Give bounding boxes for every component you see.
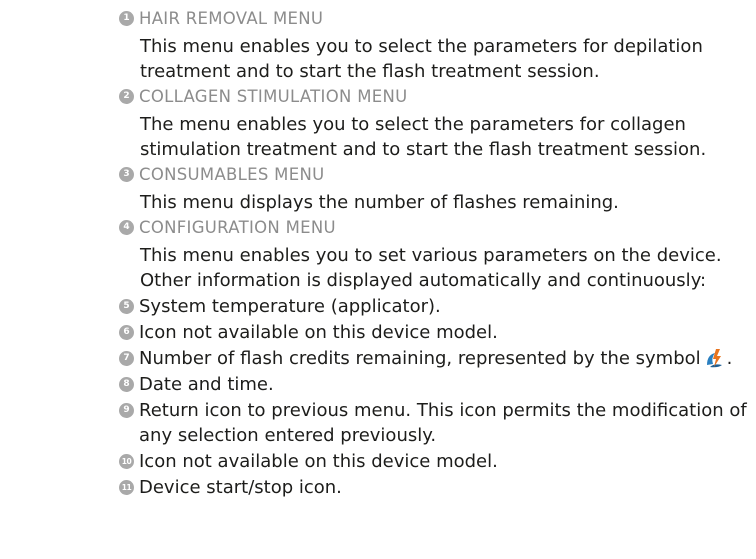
number-badge: 6	[119, 324, 134, 340]
section-text-line: stimulation treatment and to start the f…	[140, 138, 707, 160]
section-text-line: treatment and to start the flash treatme…	[140, 60, 600, 82]
list-item: 7 Number of flash credits remaining, rep…	[119, 346, 732, 370]
section-text-line: This menu enables you to select the para…	[140, 35, 703, 57]
list-item: 8 Date and time.	[119, 372, 274, 396]
section-text-line: Other information is displayed automatic…	[140, 269, 707, 291]
number-badge: 3	[119, 166, 134, 182]
list-item: 9 Return icon to previous menu. This ico…	[119, 398, 747, 422]
number-badge: 5	[119, 298, 134, 314]
number-badge: 7	[119, 350, 134, 366]
section-collagen-heading: 2 COLLAGEN STIMULATION MENU	[119, 84, 407, 108]
instruction-page: 1 HAIR REMOVAL MENU This menu enables yo…	[0, 0, 756, 559]
list-item: 5 System temperature (applicator).	[119, 294, 441, 318]
list-item: 6 Icon not available on this device mode…	[119, 320, 498, 344]
number-badge: 4	[119, 219, 134, 235]
number-badge: 8	[119, 376, 134, 392]
number-badge: 11	[119, 479, 134, 495]
number-badge: 9	[119, 402, 134, 418]
section-title: COLLAGEN STIMULATION MENU	[139, 86, 408, 106]
section-text-line: This menu displays the number of flashes…	[140, 191, 619, 213]
list-item: 10 Icon not available on this device mod…	[119, 449, 498, 473]
section-title: CONSUMABLES MENU	[139, 164, 325, 184]
number-badge: 2	[119, 88, 134, 104]
section-title: CONFIGURATION MENU	[139, 217, 336, 237]
section-hair-removal-heading: 1 HAIR REMOVAL MENU	[119, 6, 323, 30]
list-item-continuation: any selection entered previously.	[139, 424, 437, 446]
section-text-line: The menu enables you to select the param…	[140, 113, 686, 135]
section-text-line: This menu enables you to set various par…	[140, 244, 722, 266]
section-title: HAIR REMOVAL MENU	[139, 8, 324, 28]
section-configuration-heading: 4 CONFIGURATION MENU	[119, 215, 336, 239]
number-badge: 10	[119, 453, 134, 469]
section-consumables-heading: 3 CONSUMABLES MENU	[119, 162, 324, 186]
list-item: 11 Device start/stop icon.	[119, 475, 342, 499]
flash-credit-icon	[705, 347, 725, 369]
number-badge: 1	[119, 10, 134, 26]
